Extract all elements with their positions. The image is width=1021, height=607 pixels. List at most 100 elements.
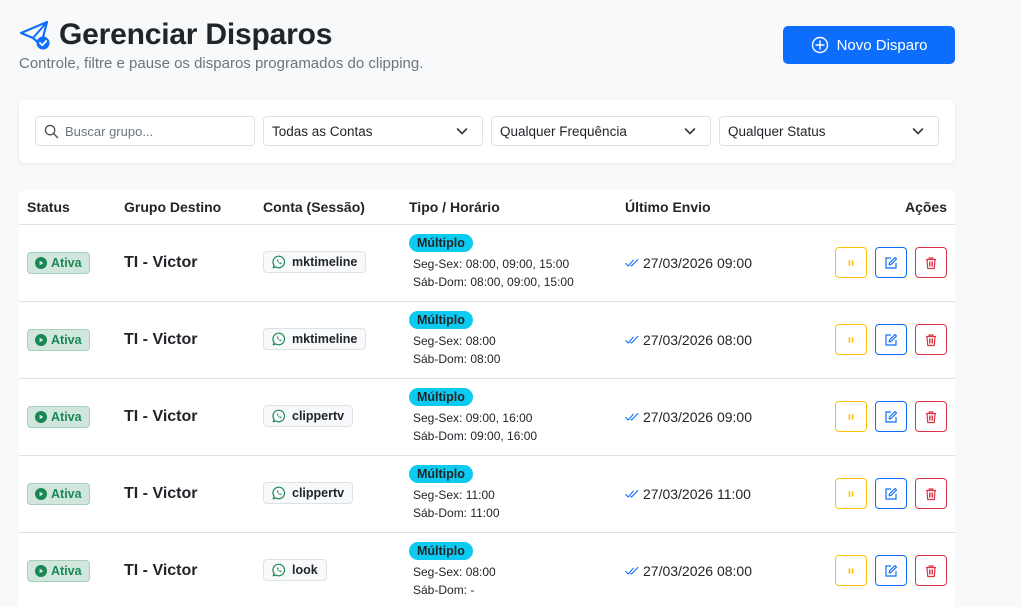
row-actions xyxy=(815,324,947,355)
status-badge: Ativa xyxy=(27,559,90,582)
account-badge: clippertv xyxy=(263,405,354,427)
pause-button[interactable] xyxy=(835,247,867,278)
account-badge: clippertv xyxy=(263,482,354,504)
group-name: TI - Victor xyxy=(124,330,198,348)
search-input[interactable] xyxy=(65,123,245,139)
header-ultimo: Último Envio xyxy=(617,190,807,225)
last-sent: 27/03/2026 09:00 xyxy=(625,409,799,425)
status-badge: Ativa xyxy=(27,405,90,428)
edit-button[interactable] xyxy=(875,324,907,355)
trash-icon xyxy=(926,487,936,500)
double-check-icon xyxy=(625,412,639,421)
last-sent-time: 27/03/2026 09:00 xyxy=(643,254,752,271)
row-actions xyxy=(815,555,947,586)
status-text: Ativa xyxy=(51,409,82,424)
table-row: Ativa TI - Victor mktimeline Múltiplo Se… xyxy=(19,301,955,379)
double-check-icon xyxy=(625,335,639,344)
schedule-weekend: Sáb-Dom: 11:00 xyxy=(413,506,500,520)
account-name: mktimeline xyxy=(292,332,358,346)
schedule-weekdays: Seg-Sex: 08:00, 09:00, 15:00 xyxy=(413,257,570,271)
whatsapp-icon xyxy=(272,486,286,500)
schedule-weekend: Sáb-Dom: - xyxy=(413,583,475,597)
table-row: Ativa TI - Victor clippertv Múltiplo Seg… xyxy=(19,378,955,456)
table-header-row: Status Grupo Destino Conta (Sessão) Tipo… xyxy=(19,190,955,225)
pause-icon xyxy=(848,259,854,266)
pause-button[interactable] xyxy=(835,555,867,586)
group-name: TI - Victor xyxy=(124,484,198,502)
play-circle-icon xyxy=(35,256,47,269)
delete-button[interactable] xyxy=(915,555,947,586)
pause-button[interactable] xyxy=(835,478,867,509)
status-filter-value: Qualquer Status xyxy=(728,123,826,139)
whatsapp-icon xyxy=(272,332,286,346)
header-acoes: Ações xyxy=(807,190,955,225)
row-actions xyxy=(815,401,947,432)
play-circle-icon xyxy=(35,410,47,423)
status-filter-select[interactable]: Qualquer Status xyxy=(719,116,939,146)
new-dispatch-button[interactable]: Novo Disparo xyxy=(783,26,955,64)
delete-button[interactable] xyxy=(915,247,947,278)
status-text: Ativa xyxy=(51,255,82,270)
group-name: TI - Victor xyxy=(124,407,198,425)
type-badge: Múltiplo xyxy=(409,465,473,483)
plus-circle-icon xyxy=(811,36,828,54)
header-conta: Conta (Sessão) xyxy=(255,190,401,225)
double-check-icon xyxy=(625,258,639,267)
pause-button[interactable] xyxy=(835,324,867,355)
type-badge: Múltiplo xyxy=(409,311,473,329)
schedule-weekdays: Seg-Sex: 08:00 xyxy=(413,565,496,579)
group-name: TI - Victor xyxy=(124,561,198,579)
schedule-weekdays: Seg-Sex: 11:00 xyxy=(413,488,495,502)
edit-icon xyxy=(885,564,898,577)
chevron-down-icon xyxy=(912,128,924,135)
pause-icon xyxy=(848,567,854,574)
header-tipo: Tipo / Horário xyxy=(401,190,617,225)
page-title: Gerenciar Disparos xyxy=(59,18,333,51)
frequency-filter-select[interactable]: Qualquer Frequência xyxy=(491,116,711,146)
edit-icon xyxy=(885,410,898,423)
group-name: TI - Victor xyxy=(124,253,198,271)
schedule-weekdays: Seg-Sex: 08:00 xyxy=(413,334,496,348)
account-name: clippertv xyxy=(292,486,345,500)
chevron-down-icon xyxy=(456,128,468,135)
row-actions xyxy=(815,478,947,509)
last-sent-time: 27/03/2026 09:00 xyxy=(643,408,752,425)
row-actions xyxy=(815,247,947,278)
paper-plane-check-icon xyxy=(19,19,51,51)
trash-icon xyxy=(926,333,936,346)
delete-button[interactable] xyxy=(915,478,947,509)
delete-button[interactable] xyxy=(915,324,947,355)
status-badge: Ativa xyxy=(27,482,90,505)
pause-icon xyxy=(848,336,854,343)
schedule-weekend: Sáb-Dom: 08:00 xyxy=(413,352,501,366)
filters-card: Todas as Contas Qualquer Frequência Qual… xyxy=(19,100,955,163)
table-row: Ativa TI - Victor look Múltiplo Seg-Sex:… xyxy=(19,532,955,607)
double-check-icon xyxy=(625,489,639,498)
dispatch-table: Status Grupo Destino Conta (Sessão) Tipo… xyxy=(19,190,955,607)
last-sent-time: 27/03/2026 08:00 xyxy=(643,331,752,348)
last-sent-time: 27/03/2026 11:00 xyxy=(643,485,751,502)
trash-icon xyxy=(926,564,936,577)
account-name: clippertv xyxy=(292,409,345,423)
edit-button[interactable] xyxy=(875,401,907,432)
edit-button[interactable] xyxy=(875,555,907,586)
dispatch-table-card: Status Grupo Destino Conta (Sessão) Tipo… xyxy=(19,190,955,607)
trash-icon xyxy=(926,256,936,269)
schedule-weekend: Sáb-Dom: 08:00, 09:00, 15:00 xyxy=(413,275,574,289)
type-badge: Múltiplo xyxy=(409,542,473,560)
account-filter-select[interactable]: Todas as Contas xyxy=(263,116,483,146)
edit-button[interactable] xyxy=(875,247,907,278)
status-badge: Ativa xyxy=(27,251,90,274)
edit-button[interactable] xyxy=(875,478,907,509)
search-box[interactable] xyxy=(35,116,255,146)
schedule-weekdays: Seg-Sex: 09:00, 16:00 xyxy=(413,411,533,425)
frequency-filter-value: Qualquer Frequência xyxy=(500,123,627,139)
chevron-down-icon xyxy=(684,128,696,135)
schedule-weekend: Sáb-Dom: 09:00, 16:00 xyxy=(413,429,538,443)
last-sent: 27/03/2026 11:00 xyxy=(625,486,799,502)
delete-button[interactable] xyxy=(915,401,947,432)
play-circle-icon xyxy=(35,564,47,577)
status-text: Ativa xyxy=(51,332,82,347)
pause-button[interactable] xyxy=(835,401,867,432)
edit-icon xyxy=(885,256,898,269)
